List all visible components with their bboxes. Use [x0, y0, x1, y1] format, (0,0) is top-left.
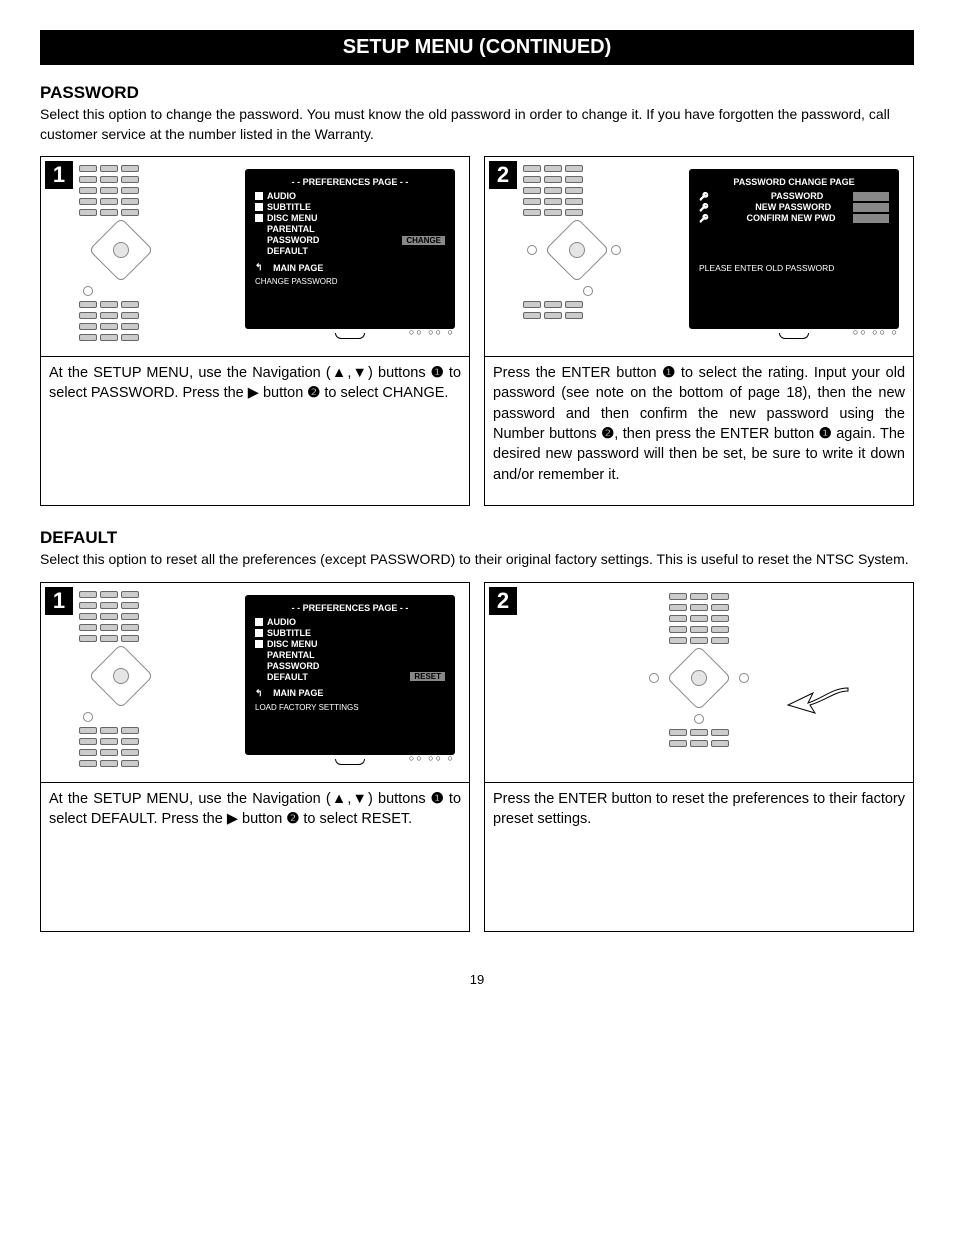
menu-item: PASSWORD — [267, 235, 319, 245]
password-steps-row: 1 — [40, 156, 914, 506]
tv-footer: LOAD FACTORY SETTINGS — [255, 703, 445, 712]
password-step2-panel: 2 PASS — [484, 156, 914, 506]
menu-return: MAIN PAGE — [273, 688, 323, 698]
default-desc: Select this option to reset all the pref… — [40, 550, 914, 570]
pwd-row: CONFIRM NEW PWD — [746, 213, 835, 223]
menu-item: AUDIO — [267, 617, 296, 627]
ref-one-icon: ❶ — [431, 789, 444, 809]
caption-text: to select RESET. — [299, 811, 412, 827]
dpad-icon — [91, 646, 151, 706]
ref-one-icon: ❶ — [662, 363, 675, 383]
password-step1-illustration: 1 — [41, 157, 469, 357]
default-step1-caption: At the SETUP MENU, use the Navigation (▲… — [41, 783, 469, 931]
tv-screen: - - PREFERENCES PAGE - - AUDIO SUBTITLE … — [245, 169, 455, 329]
tv-footer: CHANGE PASSWORD — [255, 277, 445, 286]
return-arrow-icon: ↰ — [255, 688, 263, 699]
step-badge: 2 — [489, 161, 517, 189]
page-number: 19 — [40, 972, 914, 987]
caption-text: At the SETUP MENU, use the Navigation ( — [49, 791, 331, 807]
password-field-icon — [853, 192, 889, 201]
password-step2-caption: Press the ENTER button ❶ to select the r… — [485, 357, 913, 505]
caption-text: At the SETUP MENU, use the Navigation ( — [49, 365, 331, 381]
caption-text: button — [259, 385, 307, 401]
tv-screen: - - PREFERENCES PAGE - - AUDIO SUBTITLE … — [245, 595, 455, 755]
caption-text: to select CHANGE. — [320, 385, 448, 401]
ref-two-icon: ❷ — [307, 383, 320, 403]
down-arrow-icon: ▼ — [351, 791, 368, 807]
default-step1-illustration: 1 - - P — [41, 583, 469, 783]
password-field-icon — [853, 203, 889, 212]
menu-item: AUDIO — [267, 191, 296, 201]
step-badge: 1 — [45, 587, 73, 615]
default-steps-row: 1 - - P — [40, 582, 914, 932]
default-step2-illustration: 2 — [485, 583, 913, 783]
menu-item: DEFAULT — [267, 246, 308, 256]
up-arrow-icon: ▲ — [331, 791, 348, 807]
dpad-icon — [91, 220, 151, 280]
pointer-arrow-icon — [783, 683, 853, 723]
step-badge: 1 — [45, 161, 73, 189]
caption-text: ) buttons — [368, 365, 431, 381]
key-icon — [699, 202, 709, 212]
caption-text: button — [238, 811, 286, 827]
up-arrow-icon: ▲ — [331, 365, 348, 381]
right-arrow-icon: ▶ — [248, 385, 259, 401]
pwd-row: PASSWORD — [771, 191, 823, 201]
highlight-label: CHANGE — [402, 236, 445, 245]
step-badge: 2 — [489, 587, 517, 615]
password-step1-panel: 1 — [40, 156, 470, 506]
remote-control-icon — [79, 591, 209, 767]
ref-one-icon: ❶ — [431, 363, 444, 383]
default-heading: DEFAULT — [40, 528, 914, 548]
tv-screen: PASSWORD CHANGE PAGE PASSWORD NEW PASSWO… — [689, 169, 899, 329]
password-step1-caption: At the SETUP MENU, use the Navigation (▲… — [41, 357, 469, 505]
default-step1-panel: 1 - - P — [40, 582, 470, 932]
pwd-row: NEW PASSWORD — [755, 202, 831, 212]
remote-control-icon — [639, 593, 759, 747]
ref-two-icon: ❷ — [286, 809, 299, 829]
return-arrow-icon: ↰ — [255, 262, 263, 273]
dpad-icon — [669, 648, 729, 708]
caption-text: ) buttons — [368, 791, 431, 807]
caption-text: Press the ENTER button — [493, 365, 662, 381]
menu-item: SUBTITLE — [267, 628, 311, 638]
down-arrow-icon: ▼ — [351, 365, 368, 381]
menu-item: PARENTAL — [267, 650, 315, 660]
menu-item: PASSWORD — [267, 661, 319, 671]
tv-title: - - PREFERENCES PAGE - - — [255, 177, 445, 187]
highlight-label: RESET — [410, 672, 445, 681]
tv-title: - - PREFERENCES PAGE - - — [255, 603, 445, 613]
ref-two-icon: ❷ — [601, 424, 614, 444]
remote-control-icon — [79, 165, 209, 341]
caption-text: , then press the ENTER button — [614, 426, 819, 442]
menu-item: DISC MENU — [267, 639, 318, 649]
menu-item: SUBTITLE — [267, 202, 311, 212]
right-arrow-icon: ▶ — [227, 811, 238, 827]
password-step2-illustration: 2 PASS — [485, 157, 913, 357]
menu-item: PARENTAL — [267, 224, 315, 234]
password-heading: PASSWORD — [40, 83, 914, 103]
dpad-icon — [547, 220, 607, 280]
menu-item: DISC MENU — [267, 213, 318, 223]
menu-item: DEFAULT — [267, 672, 308, 682]
key-icon — [699, 191, 709, 201]
menu-return: MAIN PAGE — [273, 263, 323, 273]
ref-one-icon: ❶ — [819, 424, 832, 444]
default-step2-panel: 2 Press the ENTER butto — [484, 582, 914, 932]
tv-title: PASSWORD CHANGE PAGE — [699, 177, 889, 187]
password-field-icon — [853, 214, 889, 223]
key-icon — [699, 213, 709, 223]
tv-message: PLEASE ENTER OLD PASSWORD — [699, 263, 889, 273]
default-step2-caption: Press the ENTER button to reset the pref… — [485, 783, 913, 931]
password-desc: Select this option to change the passwor… — [40, 105, 914, 144]
remote-control-icon — [523, 165, 653, 319]
page-title-bar: SETUP MENU (CONTINUED) — [40, 30, 914, 65]
